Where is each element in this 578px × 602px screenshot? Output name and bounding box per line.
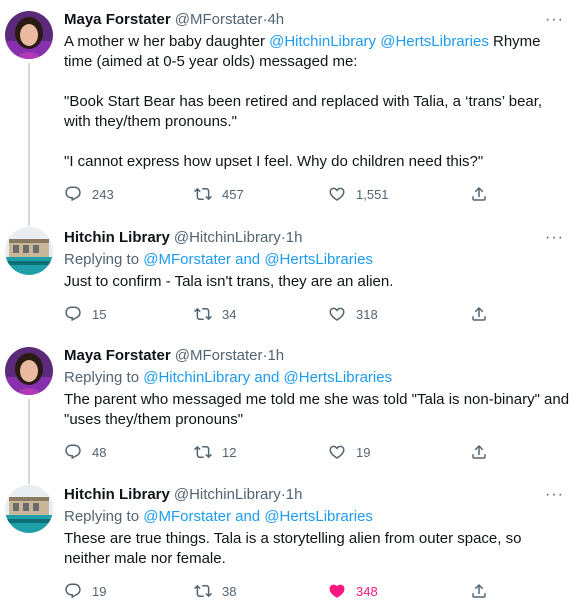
like-button[interactable]: 1,551	[328, 184, 389, 204]
share-button[interactable]	[470, 581, 488, 601]
retweet-count: 38	[222, 583, 237, 599]
retweet-button[interactable]: 12	[194, 442, 236, 462]
tweet-actions: 15 34 318	[64, 304, 504, 324]
tweet[interactable]: Hitchin Library @HitchinLibrary · 1h ···…	[0, 218, 578, 338]
like-count: 318	[356, 306, 378, 322]
thread-line	[28, 478, 30, 484]
share-icon	[472, 186, 486, 201]
avatar[interactable]	[5, 227, 53, 275]
retweet-icon	[194, 307, 212, 321]
retweet-count: 457	[222, 186, 244, 202]
more-options-icon[interactable]: ···	[545, 228, 564, 248]
reply-count: 243	[92, 186, 114, 202]
reply-target-link[interactable]: @MForstater and @HertsLibraries	[143, 508, 373, 525]
timestamp[interactable]: 1h	[286, 228, 303, 248]
reply-count: 19	[92, 583, 107, 599]
heart-icon	[329, 187, 345, 201]
like-count: 348	[356, 583, 378, 599]
display-name[interactable]: Hitchin Library	[64, 485, 170, 505]
avatar[interactable]	[5, 485, 53, 533]
retweet-button[interactable]: 38	[194, 581, 236, 601]
mention-link[interactable]: @HertsLibraries	[380, 33, 489, 50]
like-count: 19	[356, 444, 371, 460]
heart-icon	[329, 445, 345, 459]
reply-count: 15	[92, 306, 107, 322]
share-button[interactable]	[470, 184, 488, 204]
user-handle[interactable]: @HitchinLibrary	[174, 228, 281, 248]
retweet-icon	[194, 187, 212, 201]
tweet-text: The parent who messaged me told me she w…	[64, 391, 574, 428]
reply-target-link[interactable]: @HitchinLibrary and @HertsLibraries	[143, 369, 392, 386]
reply-button[interactable]: 243	[64, 184, 114, 204]
tweet[interactable]: Maya Forstater @MForstater · 4h ··· A mo…	[0, 0, 578, 218]
share-button[interactable]	[470, 442, 488, 462]
reply-icon	[65, 306, 81, 322]
share-icon	[472, 444, 486, 459]
thread-line	[28, 63, 30, 218]
mention-link[interactable]: @HitchinLibrary	[269, 33, 376, 50]
retweet-count: 34	[222, 306, 237, 322]
tweet-header: Hitchin Library @HitchinLibrary · 1h	[64, 228, 570, 248]
thread-line	[28, 399, 30, 478]
avatar[interactable]	[5, 347, 53, 395]
tweet-actions: 19 38 348	[64, 581, 504, 601]
reply-target-link[interactable]: @MForstater and @HertsLibraries	[143, 251, 373, 268]
timestamp[interactable]: 1h	[286, 485, 303, 505]
reply-icon	[65, 186, 81, 202]
heart-icon	[329, 307, 345, 321]
replying-to: Replying to @HitchinLibrary and @HertsLi…	[64, 369, 393, 386]
like-button[interactable]: 19	[328, 442, 370, 462]
reply-button[interactable]: 19	[64, 581, 106, 601]
reply-icon	[65, 583, 81, 599]
replying-to: Replying to @MForstater and @HertsLibrar…	[64, 508, 373, 525]
retweet-button[interactable]: 457	[194, 184, 244, 204]
tweet-thread: Maya Forstater @MForstater · 4h ··· A mo…	[0, 0, 578, 602]
display-name[interactable]: Maya Forstater	[64, 346, 171, 366]
like-button[interactable]: 318	[328, 304, 378, 324]
tweet-actions: 48 12 19	[64, 442, 504, 462]
share-icon	[472, 306, 486, 321]
tweet[interactable]: Hitchin Library @HitchinLibrary · 1h ···…	[0, 478, 578, 602]
like-button-active[interactable]: 348	[328, 581, 378, 601]
tweet-text: These are true things. Tala is a storyte…	[64, 530, 526, 567]
more-options-icon[interactable]: ···	[545, 485, 564, 505]
tweet-header: Maya Forstater @MForstater · 1h	[64, 346, 570, 366]
more-options-icon[interactable]: ···	[545, 10, 564, 30]
retweet-button[interactable]: 34	[194, 304, 236, 324]
reply-icon	[65, 444, 81, 460]
tweet-text: A mother w her baby daughter @HitchinLib…	[64, 33, 543, 170]
retweet-icon	[194, 584, 212, 598]
user-handle[interactable]: @MForstater	[175, 10, 263, 30]
replying-to: Replying to @MForstater and @HertsLibrar…	[64, 251, 373, 268]
retweet-count: 12	[222, 444, 237, 460]
share-button[interactable]	[470, 304, 488, 324]
tweet[interactable]: Maya Forstater @MForstater · 1h Replying…	[0, 338, 578, 478]
timestamp[interactable]: 4h	[267, 10, 284, 30]
reply-count: 48	[92, 444, 107, 460]
heart-filled-icon	[329, 584, 345, 598]
thread-line	[28, 218, 30, 226]
retweet-icon	[194, 445, 212, 459]
tweet-header: Maya Forstater @MForstater · 4h	[64, 10, 570, 30]
tweet-actions: 243 457 1,551	[64, 184, 504, 204]
timestamp[interactable]: 1h	[267, 346, 284, 366]
user-handle[interactable]: @MForstater	[175, 346, 263, 366]
avatar[interactable]	[5, 11, 53, 59]
display-name[interactable]: Maya Forstater	[64, 10, 171, 30]
tweet-text: Just to confirm - Tala isn't trans, they…	[64, 273, 394, 290]
reply-button[interactable]: 48	[64, 442, 106, 462]
share-icon	[472, 583, 486, 598]
tweet-header: Hitchin Library @HitchinLibrary · 1h	[64, 485, 570, 505]
display-name[interactable]: Hitchin Library	[64, 228, 170, 248]
user-handle[interactable]: @HitchinLibrary	[174, 485, 281, 505]
like-count: 1,551	[356, 186, 389, 202]
reply-button[interactable]: 15	[64, 304, 106, 324]
